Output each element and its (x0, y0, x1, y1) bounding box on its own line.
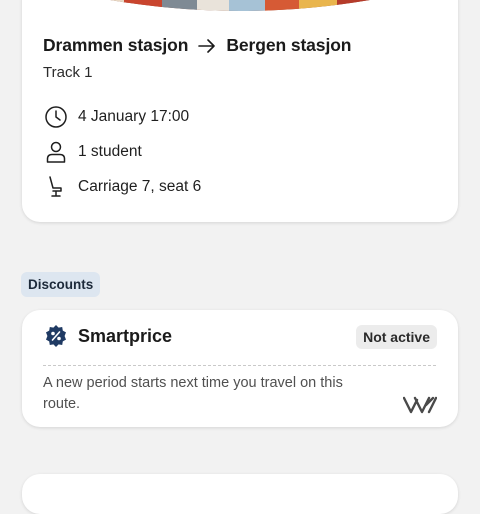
departure-time: 4 January 17:00 (78, 108, 190, 125)
passenger-count: 1 student (78, 143, 142, 160)
departure-station: Drammen stasjon (43, 35, 189, 55)
route-title: Drammen stasjon Bergen stasjon (43, 35, 351, 56)
track-label: Track 1 (43, 64, 93, 81)
next-card[interactable] (22, 474, 458, 514)
smartprice-description: A new period starts next time you travel… (43, 375, 343, 412)
trip-card[interactable]: Drammen stasjon Bergen stasjon Track 1 4… (22, 0, 458, 222)
status-badge: Not active (356, 325, 437, 349)
vy-logo (403, 396, 437, 414)
smartprice-card[interactable]: Smartprice Not active A new period start… (22, 310, 458, 427)
passenger-row: 1 student (43, 139, 142, 165)
seat-row: Carriage 7, seat 6 (43, 174, 201, 200)
person-icon (43, 139, 69, 165)
arrow-right-icon (198, 38, 216, 53)
seat-info: Carriage 7, seat 6 (78, 178, 202, 195)
departure-time-row: 4 January 17:00 (43, 104, 189, 130)
city-banner-image (22, 0, 458, 11)
percent-badge-icon (44, 324, 68, 348)
discounts-section-tag: Discounts (21, 272, 101, 297)
seat-icon (43, 174, 69, 200)
dashed-divider (43, 365, 436, 366)
arrival-station: Bergen stasjon (226, 35, 352, 55)
clock-icon (43, 104, 69, 130)
smartprice-title: Smartprice (78, 326, 173, 346)
